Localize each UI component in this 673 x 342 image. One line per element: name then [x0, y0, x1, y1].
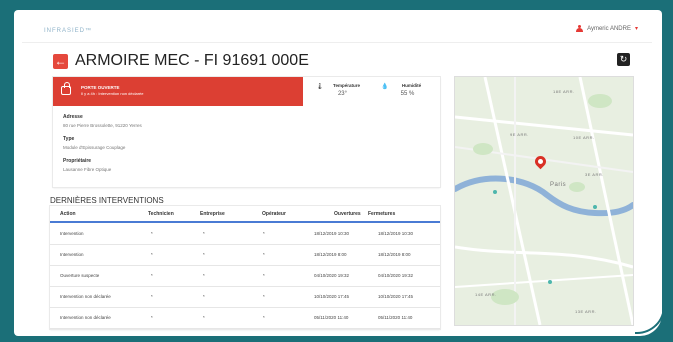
column-header: Opérateur — [262, 211, 286, 217]
cell-fermeture: 10/10/2020 17:45 — [378, 294, 414, 299]
cell-entreprise: * — [203, 315, 205, 320]
cell-technicien: * — [151, 315, 153, 320]
temperature-label: Température — [333, 83, 360, 88]
cell-action: Intervention — [60, 252, 84, 257]
table-header: Action Technicien Entreprise Opérateur O… — [50, 206, 440, 223]
cell-operateur: * — [263, 315, 265, 320]
temperature-metric: 🌡 Température 23° — [310, 77, 375, 106]
map-label: 18E ARR. — [553, 89, 575, 94]
user-menu[interactable]: Aymeric ANDRE ▾ — [576, 25, 638, 32]
cell-operateur: * — [263, 294, 265, 299]
cell-operateur: * — [263, 273, 265, 278]
logo: INFRASIED™ — [44, 28, 93, 34]
cell-ouverture: 05/11/2020 11:40 — [314, 315, 349, 320]
table-row[interactable]: Intervention * * * 18/12/2019 10:30 18/1… — [50, 223, 440, 245]
cell-action: Intervention — [60, 231, 84, 236]
map-label: 10E ARR. — [573, 135, 595, 140]
decorative-curve — [635, 304, 665, 334]
interventions-table: Action Technicien Entreprise Opérateur O… — [50, 206, 440, 329]
table-row[interactable]: Intervention non déclarée * * * 05/11/20… — [50, 307, 440, 329]
map-graphics — [455, 77, 633, 325]
cell-entreprise: * — [203, 231, 205, 236]
user-name: Aymeric ANDRE — [587, 25, 631, 32]
interventions-title: DERNIÈRES INTERVENTIONS — [50, 196, 164, 205]
column-header: Fermetures — [368, 211, 396, 217]
cell-technicien: * — [151, 273, 153, 278]
column-header: Action — [60, 211, 76, 217]
cell-entreprise: * — [203, 273, 205, 278]
cell-action: Intervention non déclarée — [60, 315, 111, 320]
cell-entreprise: * — [203, 294, 205, 299]
location-map[interactable]: 18E ARR. 9E ARR. 10E ARR. 3E ARR. Paris … — [455, 77, 633, 325]
type-value: Module d'Epissurage Couplage — [63, 145, 126, 150]
lock-open-icon — [61, 82, 71, 95]
humidity-metric: 💧 Humidité 55 % — [375, 77, 440, 106]
column-header: Technicien — [148, 211, 174, 217]
cell-entreprise: * — [203, 252, 205, 257]
humidity-value: 55 % — [400, 91, 415, 97]
table-row[interactable]: Intervention * * * 18/12/2019 8:00 18/12… — [50, 244, 440, 266]
status-alert: PORTE OUVERTE Il y a 4h : Intervention n… — [53, 77, 303, 106]
cell-action: Ouverture suspecte — [60, 273, 100, 278]
table-row[interactable]: Intervention non déclarée * * * 10/10/20… — [50, 286, 440, 308]
cell-ouverture: 18/12/2019 8:00 — [314, 252, 347, 257]
address-label: Adresse — [63, 114, 83, 120]
map-label: 9E ARR. — [510, 132, 529, 137]
cell-ouverture: 18/12/2019 10:30 — [314, 231, 350, 236]
temperature-value: 23° — [337, 91, 348, 97]
status-title: PORTE OUVERTE — [81, 85, 120, 90]
map-label: 14E ARR. — [475, 292, 497, 297]
owner-label: Propriétaire — [63, 158, 92, 164]
table-row[interactable]: Ouverture suspecte * * * 04/10/2020 19:3… — [50, 265, 440, 287]
humidity-label: Humidité — [401, 83, 422, 88]
refresh-icon[interactable]: ↻ — [617, 53, 630, 66]
cell-operateur: * — [263, 231, 265, 236]
owner-value: Lausanne Fibre Optique — [63, 167, 112, 172]
user-icon — [576, 25, 584, 32]
chevron-down-icon: ▾ — [634, 26, 638, 32]
cell-fermeture: 18/12/2019 8:00 — [378, 252, 411, 257]
cell-fermeture: 05/11/2020 11:40 — [378, 315, 413, 320]
cell-ouverture: 04/10/2020 19:32 — [314, 273, 350, 278]
cell-fermeture: 04/10/2020 19:32 — [378, 273, 414, 278]
cell-technicien: * — [151, 252, 153, 257]
cell-technicien: * — [151, 294, 153, 299]
cell-fermeture: 18/12/2019 10:30 — [378, 231, 414, 236]
address-value: 80 rue Pierre Brossolette, 91220 Yerres — [63, 123, 142, 128]
cabinet-info-card: PORTE OUVERTE Il y a 4h : Intervention n… — [53, 77, 440, 187]
map-label: 3E ARR. — [585, 172, 604, 177]
map-label: 13E ARR. — [575, 309, 597, 314]
status-subtitle: Il y a 4h : Intervention non déclarée — [81, 91, 144, 96]
back-arrow-icon[interactable]: ← — [53, 54, 68, 69]
page-header: ← ARMOIRE MEC - FI 91691 000E ↻ — [53, 50, 633, 72]
cell-operateur: * — [263, 252, 265, 257]
column-header: Entreprise — [200, 211, 225, 217]
cell-technicien: * — [151, 231, 153, 236]
top-bar: INFRASIED™ Aymeric ANDRE ▾ — [22, 18, 652, 43]
column-header: Ouvertures — [334, 211, 361, 217]
map-label: Paris — [550, 182, 567, 188]
cell-action: Intervention non déclarée — [60, 294, 111, 299]
type-label: Type — [63, 136, 75, 142]
cell-ouverture: 10/10/2020 17:45 — [314, 294, 350, 299]
page-title: ARMOIRE MEC - FI 91691 000E — [75, 52, 309, 69]
